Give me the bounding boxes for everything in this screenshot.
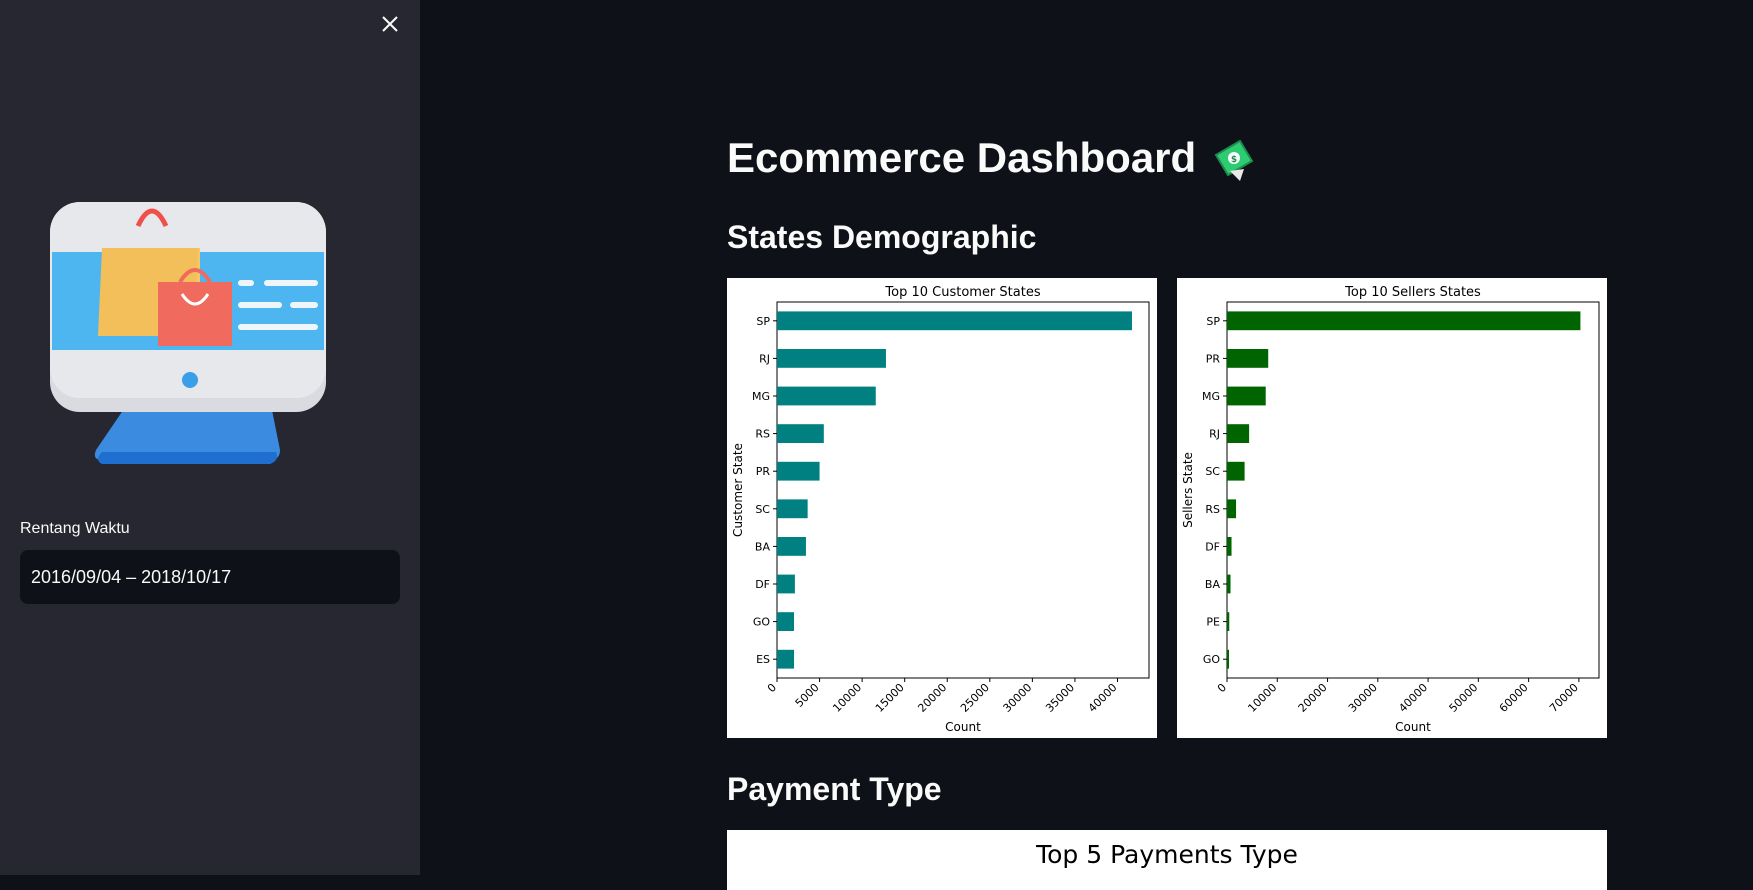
bar-ba [777,537,806,556]
bar-sp [1227,311,1581,331]
y-tick-label: RS [755,428,770,441]
bar-rj [1227,424,1250,443]
plot-frame [1226,301,1600,679]
bar-rj [777,349,886,368]
bar-rs [777,424,824,443]
y-tick-label: PR [1206,352,1221,365]
date-range-value: 2016/09/04 – 2018/10/17 [31,566,232,587]
x-tick-label: 70000 [1547,681,1581,715]
bar-df [1227,537,1232,556]
y-tick-label: MG [1202,390,1220,403]
y-axis-label: Customer State [731,443,745,537]
date-range-label: Rentang Waktu [20,520,130,537]
bar-pr [1227,349,1269,368]
x-tick-label: 50000 [1447,681,1481,715]
x-tick-label: 10000 [1245,681,1279,715]
y-axis-label: Sellers State [1181,452,1195,528]
customer-states-chart-svg: Top 10 Customer States SP RJ MG RS PR SC BA DF GO… [731,285,1150,734]
sellers-states-chart: Top 10 Sellers States SP PR MG RJ SC RS DF BA PE G… [1177,278,1607,738]
svg-text:$: $ [1231,155,1237,165]
x-tick-label: 60000 [1497,681,1531,715]
x-axis-label: Count [1395,720,1431,734]
sidebar-illustration [40,188,340,478]
y-tick-label: SC [755,503,770,516]
bar-ba [1227,574,1231,594]
x-tick-label: 40000 [1086,681,1120,715]
payment-chart-title: Top 5 Payments Type [1036,840,1298,869]
y-tick-label: MG [752,390,770,403]
y-tick-label: PE [1206,616,1220,629]
bar-go [1227,649,1230,669]
section-heading-states: States Demographic [727,219,1037,255]
x-tick-label: 30000 [1001,681,1035,715]
y-tick-label: SC [1205,465,1220,478]
y-tick-label: GO [753,616,771,629]
y-tick-label: RJ [759,352,770,365]
y-tick-label: DF [755,578,770,591]
x-tick-label: 15000 [873,681,907,715]
y-tick-label: PR [756,465,771,478]
sellers-states-chart-svg: Top 10 Sellers States SP PR MG RJ SC RS DF BA PE G… [1181,285,1600,734]
x-tick-label: 5000 [793,681,822,710]
date-range-input[interactable]: 2016/09/04 – 2018/10/17 [20,550,400,604]
bar-mg [777,386,876,406]
page-title: Ecommerce Dashboard $ [727,132,1256,184]
y-tick-label: RJ [1209,428,1220,441]
bar-rs [1227,499,1237,519]
money-with-wings-icon: $ [1210,135,1256,181]
bar-es [777,649,795,669]
bar-mg [1227,386,1266,406]
close-sidebar-button[interactable] [378,12,402,36]
x-tick-label: 20000 [1296,681,1330,715]
sidebar: Rentang Waktu 2016/09/04 – 2018/10/17 [0,0,420,875]
bar-sc [1227,461,1245,481]
y-tick-label: BA [1205,578,1221,591]
bar-sc [777,499,808,519]
section-heading-payment: Payment Type [727,771,942,807]
x-tick-label: 40000 [1396,681,1430,715]
bar-sp [777,311,1132,331]
y-tick-label: ES [756,653,770,666]
chart-title: Top 10 Customer States [884,285,1040,300]
y-tick-label: SP [756,315,770,328]
payment-type-chart: Top 5 Payments Type [727,830,1607,890]
page-title-text: Ecommerce Dashboard [727,134,1197,181]
y-tick-label: RS [1205,503,1220,516]
x-axis-label: Count [945,720,981,734]
close-icon [382,16,398,32]
y-tick-label: BA [755,540,771,553]
y-tick-label: DF [1205,540,1220,553]
bar-pr [777,461,820,481]
x-tick-label: 20000 [915,681,949,715]
x-tick-label: 25000 [958,681,992,715]
bar-pe [1227,612,1230,631]
chart-title: Top 10 Sellers States [1344,285,1481,300]
y-tick-label: SP [1206,315,1220,328]
x-tick-label: 10000 [830,681,864,715]
bar-go [777,612,795,631]
bar-df [777,574,795,594]
x-tick-label: 30000 [1346,681,1380,715]
y-tick-label: GO [1203,653,1221,666]
customer-states-chart: Top 10 Customer States SP RJ MG RS PR SC BA DF GO… [727,278,1157,738]
x-tick-label: 0 [765,681,779,695]
x-tick-label: 0 [1215,681,1229,695]
x-tick-label: 35000 [1043,681,1077,715]
